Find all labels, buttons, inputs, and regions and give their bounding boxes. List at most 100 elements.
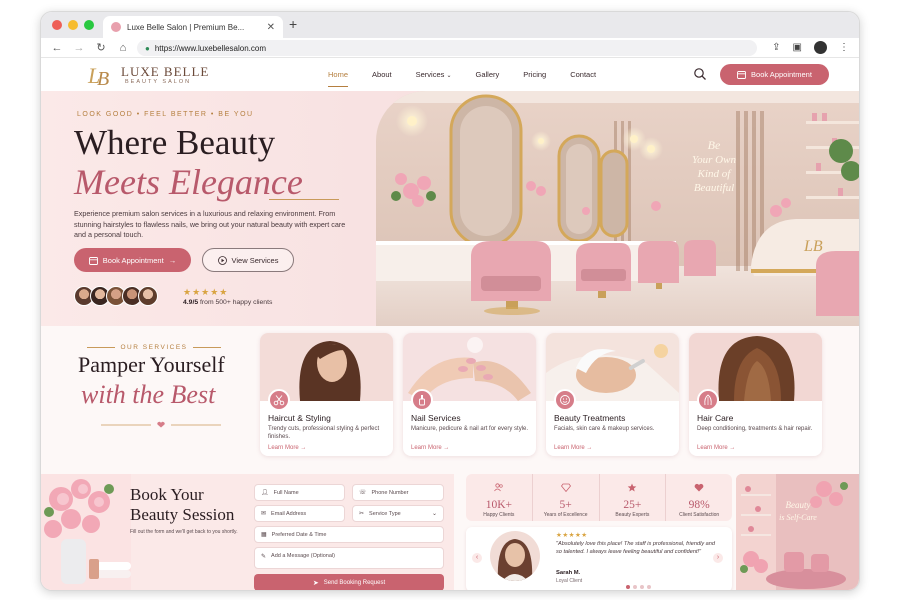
nav-services[interactable]: Services ⌄: [404, 70, 464, 79]
neon-sign-line3: Kind of: [697, 168, 733, 180]
extensions-icon[interactable]: ▣: [793, 42, 802, 53]
nav-gallery[interactable]: Gallery: [464, 70, 512, 79]
full-name-field[interactable]: 👤︎ Full Name: [254, 484, 345, 501]
service-description: Deep conditioning, treatments & hair rep…: [697, 426, 813, 432]
service-title: Beauty Treatments: [554, 413, 626, 423]
search-icon[interactable]: [693, 67, 707, 81]
booking-section: Book Your Beauty Session Fill out the fo…: [41, 474, 454, 590]
window-controls: [52, 20, 94, 30]
stats-section: 10K+ Happy Clients 5+ Years of Excellenc…: [466, 474, 732, 590]
testimonial-stars: ★★★★★: [556, 532, 588, 539]
message-placeholder: Add a Message (Optional): [271, 553, 335, 559]
stat-years: 5+ Years of Excellence: [531, 474, 599, 521]
heart-divider-icon: [101, 421, 221, 428]
carousel-dot[interactable]: [640, 585, 644, 589]
neon-sign-line2: Your Own: [692, 154, 736, 166]
reload-icon[interactable]: ↻: [95, 41, 107, 54]
url-field[interactable]: ● https://www.luxebellesalon.com: [137, 40, 757, 56]
service-cards: Haircut & Styling Trendy cuts, professio…: [260, 333, 822, 456]
service-card-haircare[interactable]: Hair Care Deep conditioning, treatments …: [689, 333, 822, 456]
service-title: Haircut & Styling: [268, 413, 331, 423]
edit-icon: ✎: [261, 554, 267, 560]
hero-title-line1: Where Beauty: [74, 123, 276, 162]
back-icon[interactable]: ←: [51, 42, 63, 54]
minimize-window-button[interactable]: [68, 20, 78, 30]
forward-icon[interactable]: →: [73, 42, 85, 54]
title-underline: [269, 199, 339, 200]
email-field[interactable]: ✉ Email Address: [254, 505, 345, 522]
hero-book-appointment-button[interactable]: Book Appointment →: [74, 248, 191, 272]
stat-label: Beauty Experts: [615, 512, 650, 518]
testimonial-card: ‹ ★★★★★ "Absolutely love this place! The…: [466, 527, 732, 590]
phone-field[interactable]: ☏ Phone Number: [352, 484, 444, 501]
carousel-dot[interactable]: [626, 585, 630, 589]
testimonial-quote: "Absolutely love this place! The staff i…: [556, 541, 716, 555]
play-icon: [217, 255, 227, 265]
nav-contact[interactable]: Contact: [558, 70, 608, 79]
full-name-placeholder: Full Name: [273, 489, 299, 496]
logo-name[interactable]: LUXE BELLE: [121, 64, 209, 80]
service-type-select[interactable]: ✂ Service Type ⌄: [352, 505, 444, 522]
scissors-icon: [268, 389, 290, 411]
carousel-dots: [626, 585, 651, 589]
new-tab-button[interactable]: +: [289, 16, 297, 32]
service-card-beauty[interactable]: Beauty Treatments Facials, skin care & m…: [546, 333, 679, 456]
stat-happy-clients: 10K+ Happy Clients: [466, 474, 532, 521]
nav-about[interactable]: About: [360, 70, 404, 79]
promo-neon-line1: Beauty: [786, 500, 811, 510]
view-services-label: View Services: [231, 255, 279, 265]
service-card-haircut[interactable]: Haircut & Styling Trendy cuts, professio…: [260, 333, 393, 456]
learn-more-link[interactable]: Learn More →: [411, 445, 449, 451]
learn-more-link[interactable]: Learn More →: [697, 445, 735, 451]
rating-value: 4.9/5: [183, 299, 199, 306]
prev-testimonial-button[interactable]: ‹: [472, 553, 482, 563]
service-card-nails[interactable]: Nail Services Manicure, pedicure & nail …: [403, 333, 536, 456]
stat-label: Happy Clients: [483, 512, 515, 518]
scissors-icon: ✂: [359, 511, 365, 517]
stat-value: 5+: [559, 499, 572, 511]
site-header: L B LUXE BELLE BEAUTY SALON Home About S…: [41, 58, 859, 91]
diamond-icon: [560, 483, 571, 493]
logo-subtitle: BEAUTY SALON: [125, 79, 192, 85]
stat-satisfaction: 98% Client Satisfaction: [665, 474, 732, 521]
tab-close-icon[interactable]: ✕: [267, 22, 275, 33]
logo-icon[interactable]: L B: [86, 60, 116, 90]
view-services-button[interactable]: View Services: [202, 248, 294, 272]
svg-text:B: B: [97, 68, 109, 90]
services-title-line1: Pamper Yourself: [78, 352, 225, 377]
flowers-image: [41, 474, 131, 590]
services-title-line2: with the Best: [81, 380, 216, 409]
website: L B LUXE BELLE BEAUTY SALON Home About S…: [41, 58, 859, 590]
header-book-appointment-button[interactable]: Book Appointment: [720, 64, 829, 85]
send-booking-button[interactable]: ➤ Send Booking Request: [254, 574, 444, 590]
url-text: https://www.luxebellesalon.com: [154, 43, 267, 53]
menu-icon[interactable]: ⋮: [839, 42, 849, 53]
services-eyebrow: OUR SERVICES: [79, 344, 229, 351]
learn-more-link[interactable]: Learn More →: [268, 445, 306, 451]
close-window-button[interactable]: [52, 20, 62, 30]
nav-pricing[interactable]: Pricing: [511, 70, 558, 79]
services-section: OUR SERVICES Pamper Yourself with the Be…: [41, 326, 859, 466]
neon-sign-line1: Be: [708, 138, 721, 152]
browser-tab[interactable]: Luxe Belle Salon | Premium Be... ✕: [103, 16, 283, 38]
profile-avatar[interactable]: [814, 41, 827, 54]
user-icon: 👤︎: [261, 490, 269, 496]
share-icon[interactable]: ⇪: [772, 42, 780, 53]
send-icon: ➤: [312, 579, 319, 587]
nav-home[interactable]: Home: [316, 70, 360, 87]
rating-text: 4.9/5 from 500+ happy clients: [183, 299, 272, 306]
learn-more-link[interactable]: Learn More →: [554, 445, 592, 451]
home-icon[interactable]: ⌂: [117, 42, 129, 54]
next-testimonial-button[interactable]: ›: [713, 553, 723, 563]
carousel-dot[interactable]: [633, 585, 637, 589]
message-field[interactable]: ✎ Add a Message (Optional): [254, 547, 444, 569]
header-cta-label: Book Appointment: [751, 70, 812, 79]
maximize-window-button[interactable]: [84, 20, 94, 30]
neon-sign-line4: Beautiful: [694, 182, 734, 194]
client-avatar: [490, 531, 540, 581]
stat-value: 98%: [688, 499, 710, 511]
carousel-dot[interactable]: [647, 585, 651, 589]
arrow-right-icon: →: [168, 255, 177, 265]
date-time-field[interactable]: ▦ Preferred Date & Time: [254, 526, 444, 543]
salon-interior-image: Be Your Own Kind of Beautiful LB: [376, 91, 859, 326]
